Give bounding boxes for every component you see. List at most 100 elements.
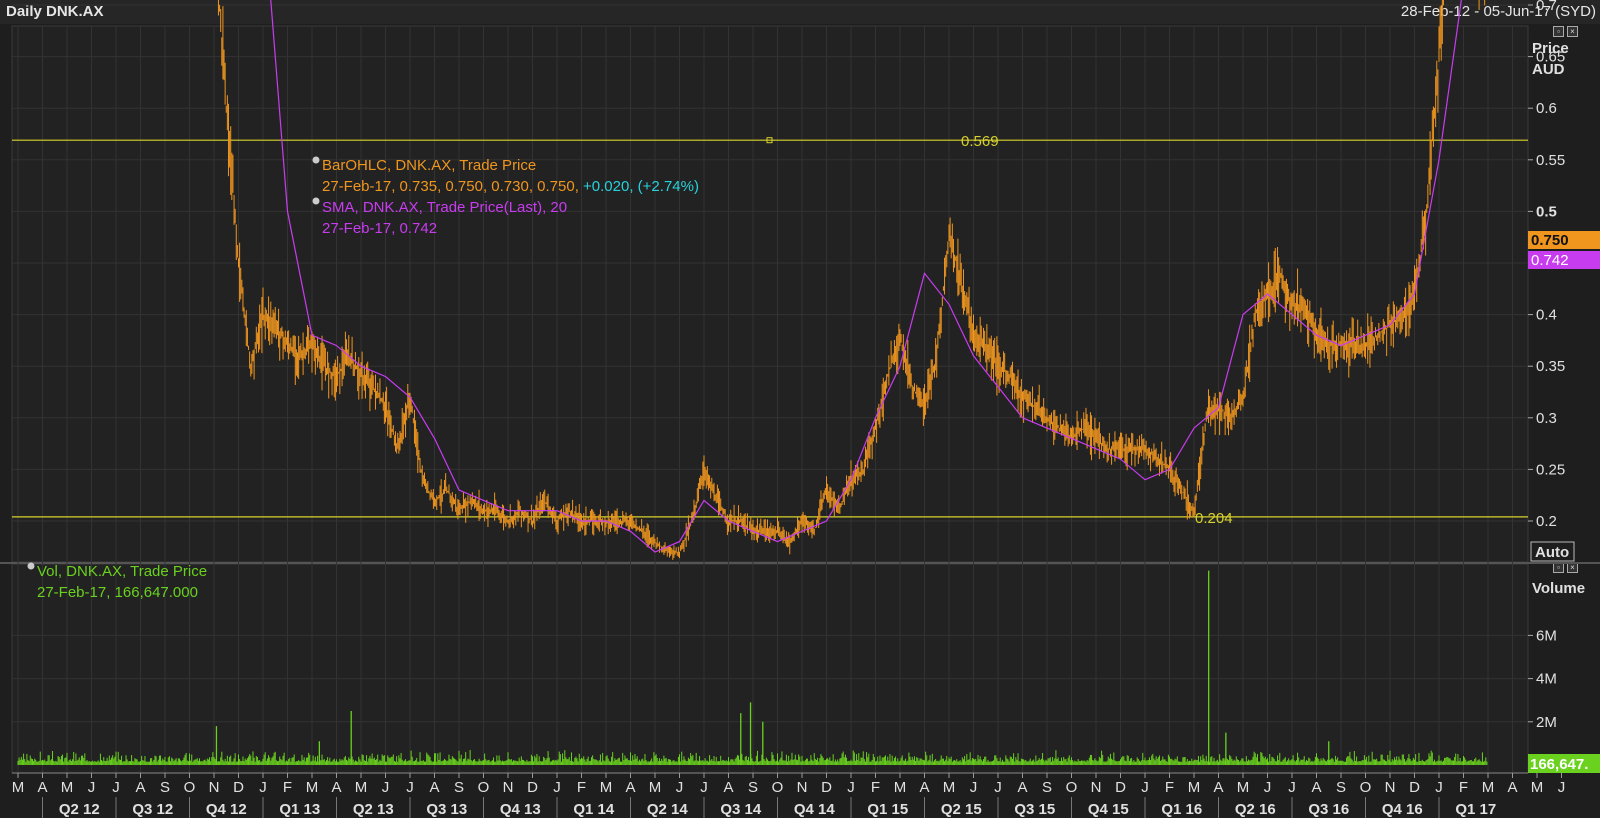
month-tick-label: A (331, 779, 341, 796)
month-tick-label: O (1360, 779, 1372, 796)
last-price-marker: 0.750 (1528, 231, 1600, 249)
month-tick-label: M (943, 779, 956, 796)
month-tick-label: A (1507, 779, 1517, 796)
month-tick-label: J (676, 779, 684, 796)
price-tick-label: 0.25 (1536, 461, 1565, 478)
month-tick-label: A (723, 779, 733, 796)
volume-tick-label: 6M (1536, 627, 1557, 644)
month-tick-label: N (797, 779, 808, 796)
month-tick-label: J (112, 779, 120, 796)
month-tick-label: O (1066, 779, 1078, 796)
vol-legend-line1: Vol, DNK.AX, Trade Price (37, 563, 207, 580)
month-tick-label: J (88, 779, 96, 796)
last-volume-label: 166,647. (1530, 756, 1588, 773)
volume-tick-label: 4M (1536, 671, 1557, 688)
price-axis-label: Price (1532, 40, 1569, 57)
legend-bullet-icon (312, 156, 320, 164)
month-tick-label: A (1017, 779, 1027, 796)
month-tick-label: J (382, 779, 390, 796)
ohlc-legend-line1: BarOHLC, DNK.AX, Trade Price (322, 157, 536, 174)
month-tick-label: A (1213, 779, 1223, 796)
quarter-tick-label: Q3 14 (720, 801, 762, 818)
month-tick-label: N (1091, 779, 1102, 796)
month-tick-label: A (919, 779, 929, 796)
month-tick-label: A (625, 779, 635, 796)
month-tick-label: J (406, 779, 414, 796)
month-tick-label: M (61, 779, 74, 796)
month-tick-label: S (1042, 779, 1052, 796)
ohlc-legend-line2: 27-Feb-17, 0.735, 0.750, 0.730, 0.750, +… (322, 178, 699, 195)
grid (0, 4, 1600, 774)
month-tick-label: D (1115, 779, 1126, 796)
legend-bullet-icon (27, 562, 35, 570)
chart-canvas[interactable]: 0.5690.204 1.0510.950.90.850.80.70.650.6… (0, 0, 1600, 818)
last-volume-marker: 166,647. (1528, 754, 1600, 773)
month-tick-label: S (160, 779, 170, 796)
month-tick-label: F (577, 779, 586, 796)
vol-legend-line2: 27-Feb-17, 166,647.000 (37, 584, 198, 601)
quarter-tick-label: Q4 12 (206, 801, 247, 818)
month-tick-label: D (527, 779, 538, 796)
month-tick-label: M (1188, 779, 1201, 796)
month-tick-label: N (1385, 779, 1396, 796)
month-tick-label: M (649, 779, 662, 796)
month-tick-label: D (1409, 779, 1420, 796)
auto-scale-button[interactable]: Auto (1530, 541, 1575, 562)
price-tick-label: 0.2 (1536, 513, 1557, 530)
month-tick-label: J (1435, 779, 1443, 796)
sma-legend-line2: 27-Feb-17, 0.742 (322, 220, 437, 237)
month-tick-label: M (1237, 779, 1250, 796)
quarter-tick-label: Q3 16 (1308, 801, 1349, 818)
month-tick-label: J (994, 779, 1002, 796)
month-tick-label: O (772, 779, 784, 796)
month-tick-label: A (37, 779, 47, 796)
quarter-tick-label: Q1 13 (279, 801, 320, 818)
quarter-tick-label: Q2 13 (353, 801, 394, 818)
month-tick-label: J (1264, 779, 1272, 796)
month-tick-label: F (1459, 779, 1468, 796)
quarter-tick-label: Q3 15 (1014, 801, 1055, 818)
month-tick-label: J (847, 779, 855, 796)
month-tick-label: S (1336, 779, 1346, 796)
quarter-tick-label: Q4 13 (500, 801, 541, 818)
month-tick-label: D (821, 779, 832, 796)
month-tick-label: F (1165, 779, 1174, 796)
month-tick-label: M (1482, 779, 1495, 796)
last-price-label: 0.750 (1531, 232, 1569, 249)
month-tick-label: J (970, 779, 978, 796)
month-tick-label: S (748, 779, 758, 796)
month-tick-label: F (871, 779, 880, 796)
quarter-tick-label: Q1 14 (573, 801, 615, 818)
month-tick-label: O (184, 779, 196, 796)
volume-tick-label: 2M (1536, 714, 1557, 731)
quarter-tick-label: Q4 14 (794, 801, 836, 818)
month-tick-label: O (478, 779, 490, 796)
price-tick-label: 0.55 (1536, 152, 1565, 169)
quarter-tick-label: Q3 12 (132, 801, 173, 818)
legend-bullet-icon (312, 197, 320, 205)
month-tick-label: J (1558, 779, 1566, 796)
month-tick-label: J (700, 779, 708, 796)
month-tick-label: M (306, 779, 319, 796)
quarter-tick-label: Q4 15 (1088, 801, 1129, 818)
level-line-label: 0.569 (961, 133, 999, 150)
month-tick-label: A (1311, 779, 1321, 796)
month-tick-label: J (1288, 779, 1296, 796)
price-tick-label: 0.5 (1536, 203, 1557, 220)
quarter-tick-label: Q2 15 (941, 801, 982, 818)
price-tick-label: 0.7 (1536, 0, 1557, 14)
month-tick-label: F (283, 779, 292, 796)
volume-axis-label: Volume (1532, 580, 1585, 597)
quarter-tick-label: Q3 13 (426, 801, 467, 818)
quarter-tick-label: Q1 15 (867, 801, 908, 818)
last-sma-marker: 0.742 (1528, 251, 1600, 269)
sma-legend-line1: SMA, DNK.AX, Trade Price(Last), 20 (322, 199, 567, 216)
month-tick-label: N (503, 779, 514, 796)
month-tick-label: M (600, 779, 613, 796)
quarter-tick-label: Q1 16 (1161, 801, 1202, 818)
month-tick-label: A (429, 779, 439, 796)
level-line-label: 0.204 (1195, 510, 1233, 527)
quarter-tick-label: Q2 14 (647, 801, 689, 818)
quarter-tick-label: Q4 16 (1382, 801, 1423, 818)
quarter-tick-label: Q2 12 (59, 801, 100, 818)
